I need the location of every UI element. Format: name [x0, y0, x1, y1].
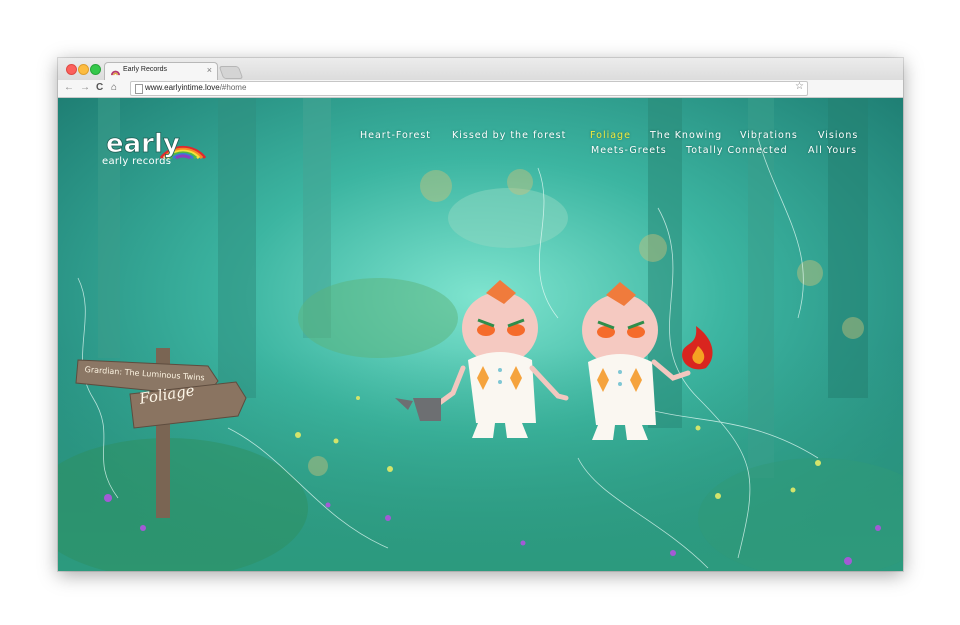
browser-toolbar: ← → C ⌂ www.earlyintime.love/#home ☆ [58, 80, 903, 98]
nav-visions[interactable]: Visions [818, 130, 858, 141]
nav-meets-greets[interactable]: Meets-Greets [591, 145, 667, 156]
page-icon [135, 84, 143, 94]
close-window-button[interactable] [66, 64, 77, 75]
zoom-window-button[interactable] [90, 64, 101, 75]
url-text: www.earlyintime.love/#home [145, 83, 246, 92]
tab-close-icon[interactable]: × [207, 65, 212, 75]
nav-all-yours[interactable]: All Yours [808, 145, 857, 156]
bookmark-star-icon[interactable]: ☆ [795, 81, 804, 92]
forward-button[interactable]: → [80, 81, 90, 95]
logo-subtitle: early records [102, 156, 172, 167]
new-tab-button[interactable] [218, 66, 244, 79]
nav-vibrations[interactable]: Vibrations [740, 130, 798, 141]
page-viewport: early early records Heart-Forest Kissed … [58, 98, 903, 571]
browser-window: Early Records × ← → C ⌂ www.earlyintime.… [58, 58, 903, 571]
nav-foliage[interactable]: Foliage [590, 130, 631, 141]
url-host: www.earlyintime.love [145, 83, 220, 92]
favicon-icon [111, 70, 120, 76]
tab-title: Early Records [123, 66, 167, 73]
reload-button[interactable]: C [96, 81, 103, 95]
nav-totally-connected[interactable]: Totally Connected [686, 145, 788, 156]
home-button[interactable]: ⌂ [111, 81, 117, 95]
back-button[interactable]: ← [64, 81, 74, 95]
tab-early-records[interactable]: Early Records × [104, 62, 218, 81]
minimize-window-button[interactable] [78, 64, 89, 75]
title-bar: Early Records × [58, 58, 903, 81]
nav-heart-forest[interactable]: Heart-Forest [360, 130, 431, 141]
nav-the-knowing[interactable]: The Knowing [650, 130, 722, 141]
nav-kissed-by-the-forest[interactable]: Kissed by the forest [452, 130, 566, 141]
url-path: /#home [219, 83, 247, 92]
address-bar[interactable]: www.earlyintime.love/#home ☆ [130, 81, 808, 96]
logo-wordmark: early [106, 129, 180, 159]
